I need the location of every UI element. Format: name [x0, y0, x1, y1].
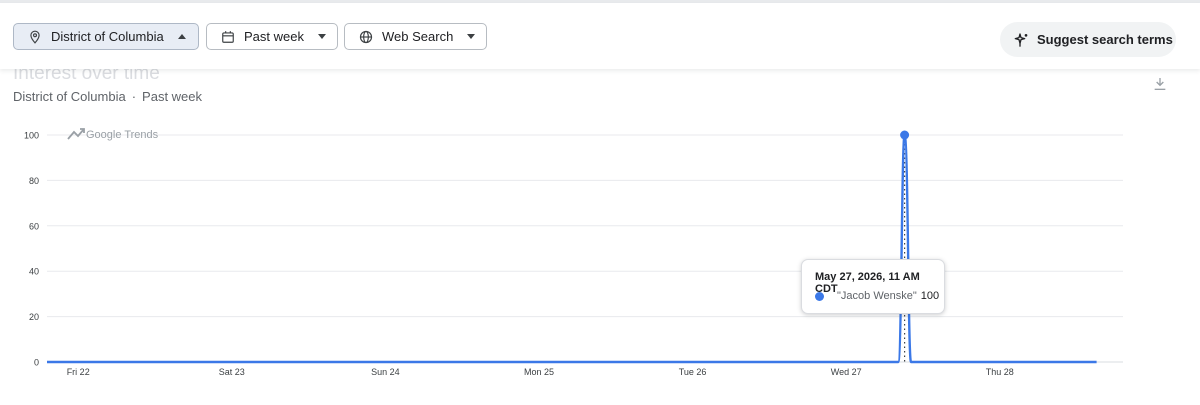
x-tick-label: Fri 22 — [67, 367, 90, 377]
globe-icon — [358, 29, 374, 45]
y-tick-label: 100 — [24, 131, 39, 141]
y-tick-label: 0 — [34, 358, 39, 368]
x-tick-label: Mon 25 — [524, 367, 554, 377]
location-filter-button[interactable]: District of Columbia — [13, 23, 199, 50]
y-tick-label: 80 — [29, 176, 39, 186]
location-filter-label: District of Columbia — [51, 29, 164, 44]
time-range-filter-label: Past week — [244, 29, 304, 44]
chevron-down-icon — [317, 34, 326, 39]
x-tick-label: Tue 26 — [679, 367, 707, 377]
y-tick-label: 40 — [29, 267, 39, 277]
tooltip-term: "Jacob Wenske" — [837, 290, 917, 302]
tooltip-value: 100 — [920, 290, 940, 302]
time-range-filter-button[interactable]: Past week — [206, 23, 338, 50]
x-tick-label: Thu 28 — [986, 367, 1014, 377]
interest-chart: 0 20 40 60 80 100 Fri 22 Sat 23 Sun 24 Mon 25 Tue… — [24, 128, 1123, 377]
trending-icon — [67, 128, 85, 140]
peak-data-point[interactable] — [900, 130, 910, 140]
y-tick-label: 60 — [29, 221, 39, 231]
suggest-search-terms-label: Suggest search terms — [1037, 32, 1173, 47]
series-color-dot — [815, 291, 824, 301]
sparkle-icon — [1014, 32, 1030, 48]
x-tick-label: Wed 27 — [831, 367, 862, 377]
search-type-filter-label: Web Search — [382, 29, 454, 44]
interest-over-time-card: Interest over time District of Columbia ·… — [0, 63, 1200, 405]
x-tick-label: Sat 23 — [219, 367, 245, 377]
watermark-label: Google Trends — [86, 129, 159, 141]
filter-bar: District of Columbia Past week Web Searc… — [0, 3, 1200, 69]
search-type-filter-button[interactable]: Web Search — [344, 23, 487, 50]
location-pin-icon — [27, 29, 43, 45]
calendar-icon — [220, 29, 236, 45]
y-tick-label: 20 — [29, 312, 39, 322]
data-tooltip: May 27, 2026, 11 AM CDT "Jacob Wenske" 1… — [801, 259, 945, 314]
x-tick-label: Sun 24 — [371, 367, 400, 377]
chevron-down-icon — [467, 34, 476, 39]
suggest-search-terms-button[interactable]: Suggest search terms — [1000, 22, 1176, 57]
chevron-up-icon — [177, 34, 186, 39]
series-line — [47, 133, 1097, 364]
tooltip-row: "Jacob Wenske" 100 — [815, 290, 939, 302]
